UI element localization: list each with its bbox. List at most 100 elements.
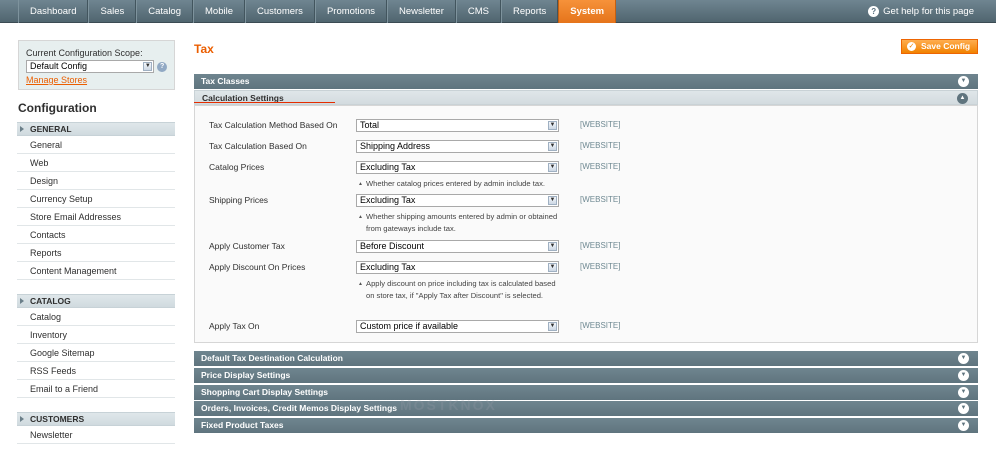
sidebar-item-web[interactable]: Web bbox=[17, 154, 175, 172]
section-orders-display[interactable]: Orders, Invoices, Credit Memos Display S… bbox=[194, 401, 978, 416]
info-icon[interactable]: ? bbox=[157, 61, 167, 72]
chevron-down-icon: ▼ bbox=[548, 322, 557, 331]
select-value: Excluding Tax bbox=[360, 262, 416, 272]
save-config-label: Save Config bbox=[921, 41, 971, 51]
nav-catalog[interactable]: Catalog bbox=[136, 0, 193, 23]
sidebar-item-google-sitemap[interactable]: Google Sitemap bbox=[17, 344, 175, 362]
scope-label-website: [WEBSITE] bbox=[580, 195, 621, 204]
apply-tax-on-select[interactable]: Custom price if available ▼ bbox=[356, 320, 559, 333]
scope-label-website: [WEBSITE] bbox=[580, 141, 621, 150]
section-default-tax-destination[interactable]: Default Tax Destination Calculation ▼ bbox=[194, 351, 978, 366]
nav-system[interactable]: System bbox=[558, 0, 617, 23]
save-config-button[interactable]: ✓ Save Config bbox=[901, 39, 978, 54]
nav-newsletter[interactable]: Newsletter bbox=[387, 0, 456, 23]
calc-based-on-select[interactable]: Shipping Address ▼ bbox=[356, 140, 559, 153]
calculation-settings-fieldset: Tax Calculation Method Based On Total ▼ … bbox=[194, 105, 978, 343]
sidebar-item-contacts[interactable]: Contacts bbox=[17, 226, 175, 244]
section-label: Price Display Settings bbox=[201, 370, 291, 380]
expand-icon[interactable]: ▼ bbox=[958, 403, 969, 414]
chevron-down-icon: ▼ bbox=[548, 196, 557, 205]
sidebar-item-store-email[interactable]: Store Email Addresses bbox=[17, 208, 175, 226]
nav-cms[interactable]: CMS bbox=[455, 0, 501, 23]
section-fixed-product-taxes[interactable]: Fixed Product Taxes ▼ bbox=[194, 418, 978, 433]
section-label: Shopping Cart Display Settings bbox=[201, 387, 329, 397]
sidebar-item-content-management[interactable]: Content Management bbox=[17, 262, 175, 280]
sidebar-item-reports[interactable]: Reports bbox=[17, 244, 175, 262]
select-value: Shipping Address bbox=[360, 141, 431, 151]
expand-icon[interactable]: ▼ bbox=[958, 387, 969, 398]
save-icon: ✓ bbox=[907, 42, 916, 51]
sidebar-item-general[interactable]: General bbox=[17, 136, 175, 154]
top-navigation: Dashboard Sales Catalog Mobile Customers… bbox=[0, 0, 996, 23]
field-label: Apply Tax On bbox=[209, 321, 260, 331]
watermark: MOSTKNOX bbox=[400, 397, 497, 413]
section-tax-classes-label: Tax Classes bbox=[201, 76, 250, 86]
nav-dashboard[interactable]: Dashboard bbox=[18, 0, 89, 23]
section-label: Orders, Invoices, Credit Memos Display S… bbox=[201, 403, 398, 413]
expand-icon[interactable]: ▼ bbox=[958, 420, 969, 431]
config-scope-box: Current Configuration Scope: Default Con… bbox=[18, 40, 175, 90]
sidebar-head-catalog[interactable]: CATALOG bbox=[17, 294, 175, 308]
sidebar-head-general[interactable]: GENERAL bbox=[17, 122, 175, 136]
sidebar-item-design[interactable]: Design bbox=[17, 172, 175, 190]
active-section-underline bbox=[194, 102, 335, 103]
apply-discount-select[interactable]: Excluding Tax ▼ bbox=[356, 261, 559, 274]
nav-promotions[interactable]: Promotions bbox=[314, 0, 387, 23]
section-cart-display[interactable]: Shopping Cart Display Settings ▼ bbox=[194, 385, 978, 400]
chevron-down-icon: ▼ bbox=[548, 263, 557, 272]
scope-label-website: [WEBSITE] bbox=[580, 120, 621, 129]
sidebar-item-newsletter[interactable]: Newsletter bbox=[17, 426, 175, 444]
apply-customer-tax-select[interactable]: Before Discount ▼ bbox=[356, 240, 559, 253]
field-note: Whether shipping amounts entered by admi… bbox=[358, 211, 563, 235]
nav-items: Dashboard Sales Catalog Mobile Customers… bbox=[18, 0, 617, 23]
scope-label-website: [WEBSITE] bbox=[580, 262, 621, 271]
select-value: Total bbox=[360, 120, 380, 130]
collapse-icon[interactable]: ▲ bbox=[957, 93, 968, 104]
section-tax-classes[interactable]: Tax Classes ▼ bbox=[194, 74, 978, 89]
configuration-title: Configuration bbox=[18, 101, 97, 115]
field-note: Apply discount on price including tax is… bbox=[358, 278, 563, 302]
section-price-display[interactable]: Price Display Settings ▼ bbox=[194, 368, 978, 383]
chevron-down-icon: ▼ bbox=[143, 62, 153, 71]
chevron-down-icon: ▼ bbox=[548, 242, 557, 251]
scope-label-website: [WEBSITE] bbox=[580, 321, 621, 330]
shipping-prices-select[interactable]: Excluding Tax ▼ bbox=[356, 194, 559, 207]
scope-label: Current Configuration Scope: bbox=[26, 48, 143, 58]
select-value: Before Discount bbox=[360, 241, 425, 251]
field-label: Apply Discount On Prices bbox=[209, 262, 306, 272]
field-label: Apply Customer Tax bbox=[209, 241, 285, 251]
scope-select-value: Default Config bbox=[30, 61, 88, 71]
manage-stores-link[interactable]: Manage Stores bbox=[26, 75, 87, 85]
nav-mobile[interactable]: Mobile bbox=[193, 0, 245, 23]
chevron-down-icon: ▼ bbox=[548, 163, 557, 172]
catalog-prices-select[interactable]: Excluding Tax ▼ bbox=[356, 161, 559, 174]
page-title: Tax bbox=[194, 42, 214, 56]
sidebar-head-customers[interactable]: CUSTOMERS bbox=[17, 412, 175, 426]
nav-customers[interactable]: Customers bbox=[245, 0, 315, 23]
select-value: Excluding Tax bbox=[360, 162, 416, 172]
sidebar-group-catalog: CATALOG Catalog Inventory Google Sitemap… bbox=[17, 294, 175, 398]
expand-icon[interactable]: ▼ bbox=[958, 353, 969, 364]
scope-label-website: [WEBSITE] bbox=[580, 162, 621, 171]
field-label: Tax Calculation Based On bbox=[209, 141, 307, 151]
sidebar-group-customers: CUSTOMERS Newsletter bbox=[17, 412, 175, 444]
expand-icon[interactable]: ▼ bbox=[958, 76, 969, 87]
help-link[interactable]: ? Get help for this page bbox=[868, 0, 974, 23]
help-label: Get help for this page bbox=[883, 6, 974, 17]
sidebar-item-inventory[interactable]: Inventory bbox=[17, 326, 175, 344]
nav-reports[interactable]: Reports bbox=[501, 0, 559, 23]
scope-label-website: [WEBSITE] bbox=[580, 241, 621, 250]
scope-select[interactable]: Default Config ▼ bbox=[26, 60, 155, 73]
field-label: Catalog Prices bbox=[209, 162, 265, 172]
expand-icon[interactable]: ▼ bbox=[958, 370, 969, 381]
sidebar-item-rss-feeds[interactable]: RSS Feeds bbox=[17, 362, 175, 380]
chevron-down-icon: ▼ bbox=[548, 121, 557, 130]
sidebar-item-catalog[interactable]: Catalog bbox=[17, 308, 175, 326]
nav-sales[interactable]: Sales bbox=[88, 0, 137, 23]
field-label: Shipping Prices bbox=[209, 195, 269, 205]
field-label: Tax Calculation Method Based On bbox=[209, 120, 338, 130]
sidebar-item-email-friend[interactable]: Email to a Friend bbox=[17, 380, 175, 398]
chevron-down-icon: ▼ bbox=[548, 142, 557, 151]
calc-method-select[interactable]: Total ▼ bbox=[356, 119, 559, 132]
sidebar-item-currency-setup[interactable]: Currency Setup bbox=[17, 190, 175, 208]
